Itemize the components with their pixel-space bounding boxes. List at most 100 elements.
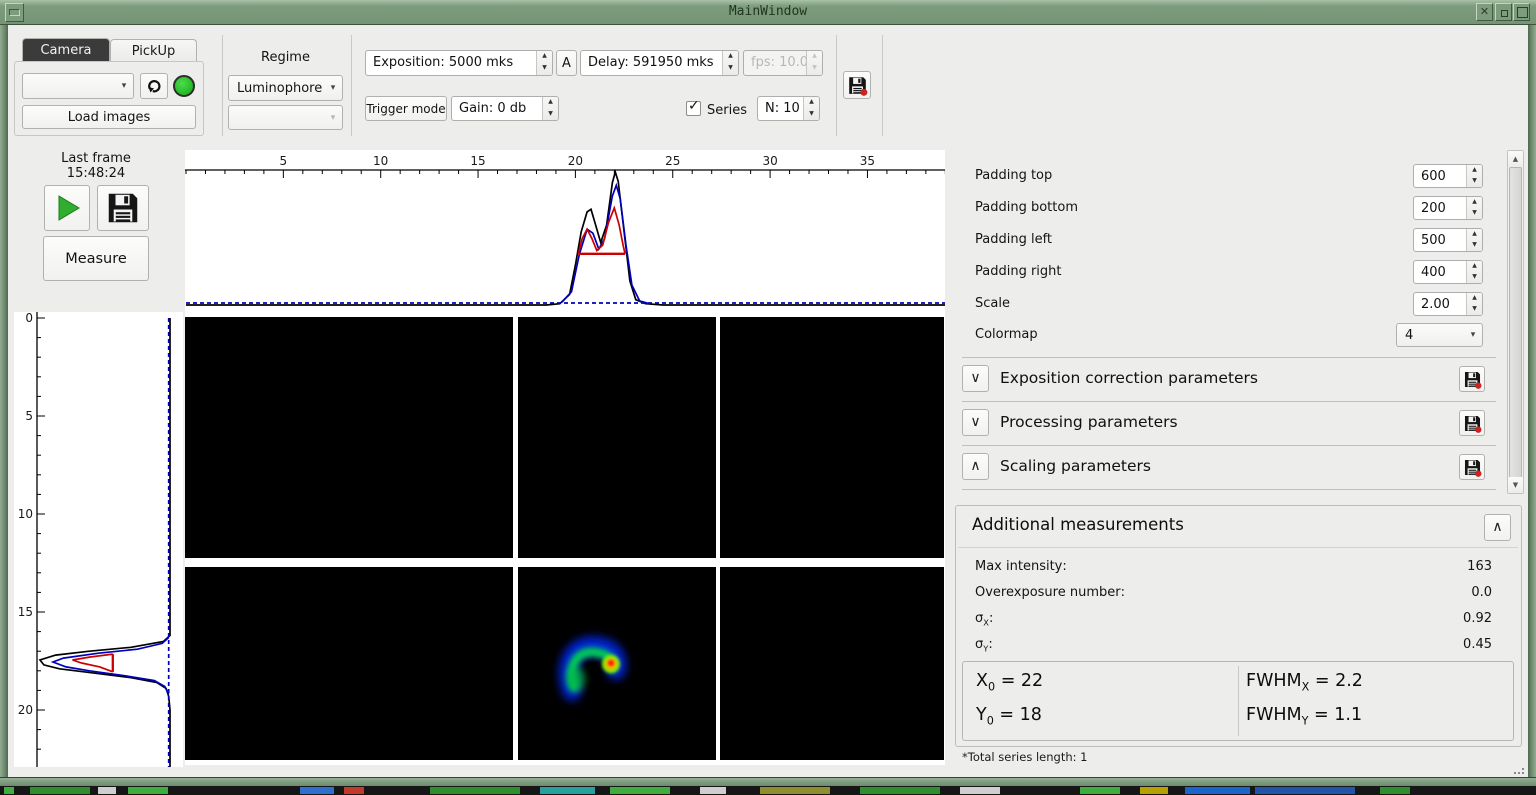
chevron-down-icon: ▾ [324,113,342,123]
maximize-button[interactable] [1513,3,1530,21]
spin-up-icon[interactable]: ▲ [1467,229,1482,240]
spin-down-icon[interactable]: ▼ [723,63,738,75]
trigger-mode-button[interactable]: Trigger mode [365,96,447,121]
chevron-up-icon: ∧ [1492,519,1502,535]
background-taskbar [0,786,1536,795]
scale-spinbox[interactable]: 2.00 ▲▼ [1413,292,1483,316]
expand-exposition-correction-button[interactable]: ∨ [962,365,989,392]
spin-down-icon[interactable]: ▼ [1467,304,1482,315]
titlebar: MainWindow ✕ [0,0,1536,25]
measurement-value: 0.92 [1412,611,1492,626]
spin-arrows[interactable]: ▲▼ [1466,293,1482,315]
save-section-button[interactable] [1459,410,1485,436]
spin-up-icon[interactable]: ▲ [537,51,552,63]
series-checkbox[interactable]: ✓ [686,101,701,116]
regime-combo[interactable]: Luminophore ▾ [228,75,343,101]
spin-down-icon[interactable]: ▼ [543,109,558,121]
padding-bottom-spinbox[interactable]: 200 ▲▼ [1413,196,1483,220]
delay-spinbox[interactable]: Delay: 591950 mks ▲▼ [580,50,739,76]
tab-pickup[interactable]: PickUp [110,39,197,62]
spin-arrows[interactable]: ▲▼ [722,51,738,75]
regime-label: Regime [228,50,343,65]
check-icon: ✓ [688,98,700,114]
params-scrollbar[interactable]: ▲ ▼ [1507,150,1524,494]
spin-up-icon[interactable]: ▲ [543,97,558,109]
toolbar-separator [351,35,352,136]
spin-down-icon[interactable]: ▼ [1467,208,1482,219]
spin-arrows[interactable]: ▲▼ [1466,229,1482,251]
measure-button[interactable]: Measure [43,236,149,281]
spin-arrows[interactable]: ▲▼ [1466,197,1482,219]
expand-processing-button[interactable]: ∨ [962,409,989,436]
camera-image-panel [518,317,716,558]
save-section-button[interactable] [1459,454,1485,480]
section-divider [962,489,1496,490]
save-settings-button[interactable] [843,71,871,99]
camera-status-indicator [173,75,195,97]
svg-text:5: 5 [280,154,288,168]
play-button[interactable] [44,185,90,231]
spin-down-icon[interactable]: ▼ [804,109,819,121]
spin-up-icon[interactable]: ▲ [804,97,819,109]
regime-secondary-combo: ▾ [228,105,343,130]
spin-arrows[interactable]: ▲▼ [803,97,819,120]
spin-up-icon[interactable]: ▲ [1467,197,1482,208]
spin-up-icon[interactable]: ▲ [1467,261,1482,272]
gain-spinbox[interactable]: Gain: 0 db ▲▼ [451,96,559,121]
resize-grip[interactable] [1512,766,1526,776]
svg-text:15: 15 [470,154,485,168]
load-images-button[interactable]: Load images [22,105,196,129]
chevron-down-icon: ▾ [115,81,133,91]
spin-down-icon[interactable]: ▼ [1467,176,1482,187]
param-label: Padding top [975,168,1052,183]
save-icon [847,75,868,96]
total-series-note: *Total series length: 1 [962,750,1087,764]
collapse-scaling-button[interactable]: ∧ [962,453,989,480]
camera-image-panel [720,317,944,558]
spin-down-icon[interactable]: ▼ [1467,240,1482,251]
auto-exposition-button[interactable]: A [556,50,577,76]
scroll-up-icon[interactable]: ▲ [1508,151,1523,167]
tab-camera[interactable]: Camera [22,38,110,62]
application-window: MainWindow ✕ Camera PickUp ▾ Load images… [0,0,1536,795]
camera-image-panel [185,567,513,760]
spin-down-icon[interactable]: ▼ [1467,272,1482,283]
spin-up-icon[interactable]: ▲ [723,51,738,63]
chevron-down-icon: ▾ [324,83,342,93]
spin-arrows[interactable]: ▲▼ [542,97,558,120]
device-combo[interactable]: ▾ [22,73,134,99]
colormap-combo[interactable]: 4 ▾ [1396,323,1483,347]
measurement-label: Overexposure number: [975,585,1125,602]
divider [958,547,1518,548]
refresh-button[interactable] [140,73,168,99]
series-n-spinbox[interactable]: N: 10 ▲▼ [757,96,820,121]
toolbar-separator [222,35,223,136]
exposition-spinbox[interactable]: Exposition: 5000 mks ▲▼ [365,50,553,76]
fps-spinbox: fps: 10.0 ▲▼ [743,50,823,76]
camera-image-panel [185,317,513,558]
scroll-down-icon[interactable]: ▼ [1508,477,1523,493]
spin-arrows[interactable]: ▲▼ [536,51,552,75]
spin-up-icon[interactable]: ▲ [1467,165,1482,176]
y-profile-plot: 05101520 [14,312,183,767]
spin-down-icon[interactable]: ▼ [537,63,552,75]
svg-text:10: 10 [373,154,388,168]
spin-up-icon[interactable]: ▲ [1467,293,1482,304]
x-profile-plot-panel: 5101520253035 [185,150,945,313]
collapse-measurements-button[interactable]: ∧ [1484,514,1511,541]
spin-arrows[interactable]: ▲▼ [1466,165,1482,187]
save-frame-button[interactable] [97,185,149,231]
save-section-button[interactable] [1459,366,1485,392]
window-border-right[interactable] [1528,25,1536,785]
close-button[interactable]: ✕ [1476,3,1493,21]
measurement-label: Max intensity: [975,559,1067,576]
minimize-button[interactable] [1495,3,1512,21]
padding-left-spinbox[interactable]: 500 ▲▼ [1413,228,1483,252]
padding-right-spinbox[interactable]: 400 ▲▼ [1413,260,1483,284]
window-border-left[interactable] [0,25,8,785]
scrollbar-thumb[interactable] [1509,167,1522,480]
padding-top-spinbox[interactable]: 600 ▲▼ [1413,164,1483,188]
last-frame-time: 15:48:24 [40,166,152,181]
window-title: MainWindow [0,4,1536,19]
spin-arrows[interactable]: ▲▼ [1466,261,1482,283]
